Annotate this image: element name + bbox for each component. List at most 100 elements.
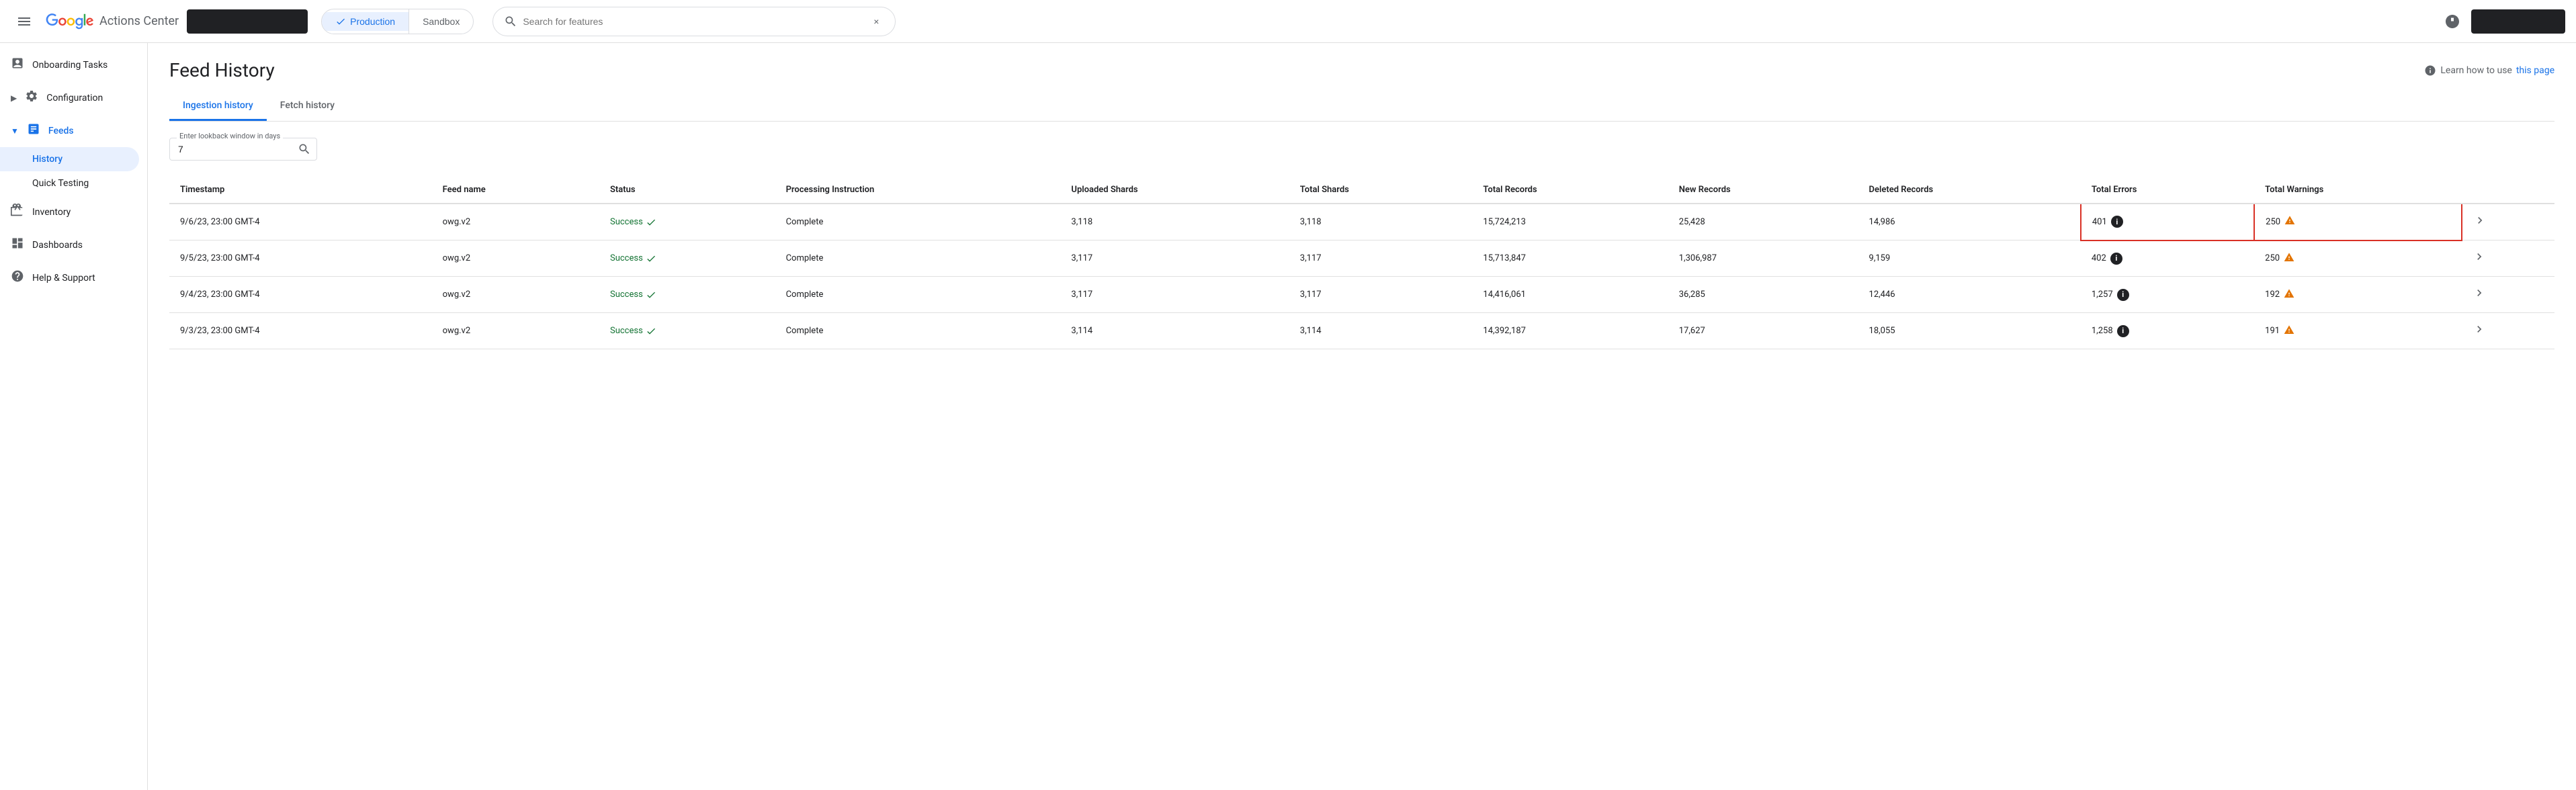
col-total-records: Total Records (1472, 177, 1668, 204)
cell-total-warnings: 250 (2254, 240, 2462, 277)
col-processing: Processing Instruction (775, 177, 1061, 204)
sidebar-item-onboarding[interactable]: Onboarding Tasks (0, 48, 139, 81)
hamburger-button[interactable] (11, 8, 38, 35)
check-icon (646, 217, 656, 228)
warning-cell: 250 (2265, 252, 2451, 265)
tabs: Ingestion history Fetch history (169, 92, 2554, 122)
col-feed-name: Feed name (432, 177, 599, 204)
top-nav: Actions Center Production Sandbox × (0, 0, 2576, 43)
cell-deleted-records: 14,986 (1858, 204, 2081, 240)
warning-badge (2284, 252, 2294, 265)
lookback-input[interactable] (178, 144, 245, 155)
account-circle-button[interactable] (2439, 8, 2466, 35)
lookback-search-button[interactable] (298, 142, 311, 156)
cell-processing: Complete (775, 240, 1061, 277)
error-info-badge: i (2117, 325, 2129, 337)
search-clear-button[interactable]: × (868, 13, 884, 30)
cell-total-records: 15,713,847 (1472, 240, 1668, 277)
table-header-row: Timestamp Feed name Status Processing In… (169, 177, 2554, 204)
error-cell: 1,258 i (2092, 325, 2243, 337)
error-info-badge: i (2117, 289, 2129, 301)
production-env-button[interactable]: Production (322, 12, 409, 31)
cell-uploaded-shards: 3,114 (1060, 313, 1289, 349)
cell-processing: Complete (775, 277, 1061, 313)
sidebar-item-configuration[interactable]: ▶ Configuration (0, 81, 139, 114)
col-status: Status (599, 177, 775, 204)
sidebar-item-quick-testing[interactable]: Quick Testing (0, 171, 139, 195)
row-arrow-icon (2473, 250, 2486, 263)
row-arrow-icon (2473, 286, 2486, 300)
config-icon (25, 89, 38, 106)
cell-total-warnings: 191 (2254, 313, 2462, 349)
error-value: 1,258 (2092, 326, 2113, 336)
cell-timestamp: 9/5/23, 23:00 GMT-4 (169, 240, 432, 277)
quick-testing-label: Quick Testing (32, 178, 89, 189)
col-action (2462, 177, 2554, 204)
cell-total-errors: 401 i (2081, 204, 2254, 240)
logo-link[interactable]: Actions Center (46, 13, 179, 30)
warning-value: 192 (2265, 290, 2280, 300)
row-arrow-icon (2473, 214, 2487, 227)
cell-new-records: 36,285 (1668, 277, 1858, 313)
warning-badge (2284, 288, 2294, 302)
cell-navigate[interactable] (2462, 240, 2554, 277)
error-cell: 1,257 i (2092, 289, 2243, 301)
dashboards-icon (11, 236, 24, 253)
sandbox-label: Sandbox (423, 16, 460, 27)
status-value: Success (610, 217, 765, 228)
help-link-area: Learn how to use this page (2424, 64, 2554, 77)
col-uploaded-shards: Uploaded Shards (1060, 177, 1289, 204)
cell-deleted-records: 12,446 (1858, 277, 2081, 313)
cell-total-records: 15,724,213 (1472, 204, 1668, 240)
cell-status: Success (599, 277, 775, 313)
table-row: 9/6/23, 23:00 GMT-4 owg.v2 Success Compl… (169, 204, 2554, 240)
error-cell: 402 i (2092, 253, 2243, 265)
sidebar-item-history[interactable]: History (0, 147, 139, 171)
cell-total-shards: 3,114 (1289, 313, 1473, 349)
info-icon (2424, 64, 2436, 77)
table-row: 9/3/23, 23:00 GMT-4 owg.v2 Success Compl… (169, 313, 2554, 349)
history-label: History (32, 154, 62, 165)
sidebar-item-help[interactable]: Help & Support (0, 261, 139, 294)
data-table: Timestamp Feed name Status Processing In… (169, 177, 2554, 349)
warning-badge (2284, 215, 2295, 228)
error-info-badge: i (2110, 253, 2122, 265)
table-row: 9/4/23, 23:00 GMT-4 owg.v2 Success Compl… (169, 277, 2554, 313)
sidebar-item-feeds[interactable]: ▼ Feeds (0, 114, 139, 147)
status-value: Success (610, 326, 765, 337)
feeds-expand-icon: ▼ (11, 126, 19, 136)
cell-new-records: 17,627 (1668, 313, 1858, 349)
warning-value: 250 (2266, 217, 2280, 227)
sidebar-item-dashboards[interactable]: Dashboards (0, 228, 139, 261)
status-value: Success (610, 290, 765, 300)
warning-cell: 191 (2265, 324, 2451, 338)
cell-feed-name: owg.v2 (432, 277, 599, 313)
cell-navigate[interactable] (2462, 204, 2554, 240)
cell-feed-name: owg.v2 (432, 240, 599, 277)
cell-deleted-records: 18,055 (1858, 313, 2081, 349)
sidebar-item-inventory[interactable]: Inventory (0, 195, 139, 228)
help-text: Learn how to use (2440, 65, 2511, 76)
main-content: Feed History Learn how to use this page … (148, 43, 2576, 790)
cell-deleted-records: 9,159 (1858, 240, 2081, 277)
search-bar: × (492, 7, 896, 36)
cell-navigate[interactable] (2462, 313, 2554, 349)
status-value: Success (610, 253, 765, 264)
cell-uploaded-shards: 3,117 (1060, 240, 1289, 277)
cell-processing: Complete (775, 204, 1061, 240)
cell-total-errors: 1,258 i (2081, 313, 2254, 349)
tab-ingestion-history[interactable]: Ingestion history (169, 92, 267, 121)
tab-fetch-history[interactable]: Fetch history (267, 92, 348, 121)
row-arrow-icon (2473, 322, 2486, 336)
help-page-link[interactable]: this page (2516, 65, 2554, 76)
inventory-icon (11, 204, 24, 220)
cell-timestamp: 9/6/23, 23:00 GMT-4 (169, 204, 432, 240)
sandbox-env-button[interactable]: Sandbox (409, 12, 473, 31)
cell-navigate[interactable] (2462, 277, 2554, 313)
lookback-box: Enter lookback window in days (169, 138, 317, 161)
col-new-records: New Records (1668, 177, 1858, 204)
search-input[interactable] (523, 16, 863, 27)
project-selector[interactable] (187, 9, 308, 34)
onboarding-label: Onboarding Tasks (32, 60, 108, 71)
col-total-shards: Total Shards (1289, 177, 1473, 204)
